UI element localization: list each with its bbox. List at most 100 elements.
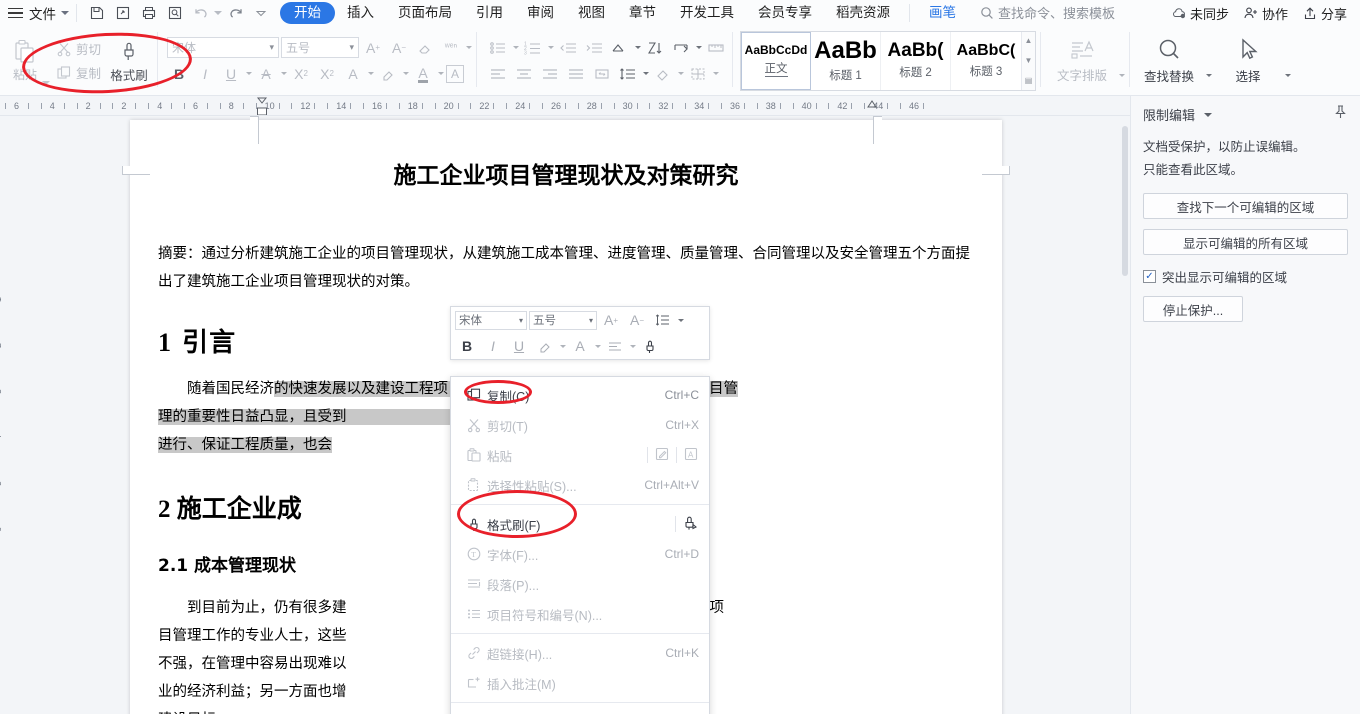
tab-developer-tools[interactable]: 开发工具 [668, 2, 746, 24]
numbering-icon[interactable]: 123 [521, 36, 545, 60]
align-icon[interactable] [603, 334, 627, 358]
context-menu[interactable]: 复制(C) Ctrl+C 剪切(T) Ctrl+X 粘贴 A 选择性粘贴(S).… [450, 376, 710, 714]
app-menu-icon[interactable] [8, 7, 24, 19]
context-menu-item-insert-comment[interactable]: 插入批注(M) [451, 668, 709, 698]
shading-icon[interactable] [651, 62, 675, 86]
chevron-down-icon[interactable] [548, 46, 555, 49]
tab-docer-resources[interactable]: 稻壳资源 [824, 2, 902, 24]
paste-dropdown-icon[interactable] [42, 81, 50, 85]
search-box[interactable]: 查找命令、搜索模板 [980, 3, 1115, 22]
context-menu-item-font[interactable]: T 字体(F)... Ctrl+D [451, 539, 709, 569]
context-menu-item-hyperlink[interactable]: 超链接(H)... Ctrl+K [451, 638, 709, 668]
decrease-indent-icon[interactable] [556, 36, 580, 60]
tab-review[interactable]: 审阅 [515, 2, 566, 24]
font-color-icon[interactable]: A [568, 334, 592, 358]
select-button[interactable]: 选择 [1212, 37, 1284, 85]
save-as-icon[interactable] [110, 2, 136, 24]
context-menu-item-paragraph[interactable]: 段落(P)... [451, 569, 709, 599]
context-menu-item-paste-special[interactable]: 选择性粘贴(S)... Ctrl+Alt+V [451, 470, 709, 500]
font-name-select[interactable]: 宋体 ▾ [167, 37, 280, 58]
ruler-icon[interactable] [704, 36, 728, 60]
file-menu-label[interactable]: 文件 [29, 3, 56, 23]
expand-gallery-icon[interactable]: ▤ [1022, 72, 1035, 90]
shrink-font-icon[interactable]: A − [387, 36, 411, 60]
chevron-down-icon[interactable] [403, 72, 410, 75]
style-heading-2[interactable]: AaBb( 标题 2 [881, 31, 952, 90]
mini-font-name-select[interactable]: 宋体 ▾ [455, 310, 527, 330]
find-next-editable-region-button[interactable]: 查找下一个可编辑的区域 [1143, 193, 1348, 219]
chevron-down-icon[interactable] [678, 72, 685, 75]
share-button[interactable]: 分享 [1297, 4, 1352, 23]
scrollbar-thumb[interactable] [1122, 126, 1128, 276]
shrink-font-icon[interactable]: A − [625, 308, 649, 332]
restrict-editing-pane[interactable]: 限制编辑 文档受保护，以防止误编辑。 只能查看此区域。 查找下一个可编辑的区域 … [1130, 96, 1360, 714]
increase-indent-icon[interactable] [582, 36, 606, 60]
grow-font-icon[interactable]: A + [361, 36, 385, 60]
chevron-down-icon[interactable] [560, 344, 566, 348]
chevron-down-icon[interactable] [595, 344, 601, 348]
show-all-editable-regions-button[interactable]: 显示可编辑的所有区域 [1143, 229, 1348, 255]
chevron-down-icon[interactable] [281, 72, 288, 75]
bold-icon[interactable]: B [455, 334, 479, 358]
align-left-icon[interactable] [486, 62, 510, 86]
pinyin-guide-icon[interactable]: ʷᵉⁿ [439, 36, 463, 60]
scroll-up-icon[interactable]: ▲ [1022, 32, 1035, 50]
subscript-icon[interactable]: X2 [315, 62, 339, 86]
first-line-indent-marker[interactable] [256, 96, 268, 115]
chevron-down-icon[interactable] [246, 72, 253, 75]
context-menu-item-translate[interactable]: a文 短句翻译(T) [451, 707, 709, 714]
mini-floating-toolbar[interactable]: 宋体 ▾ 五号 ▾ A + A − B I U A [450, 306, 710, 360]
chevron-down-icon[interactable] [513, 46, 520, 49]
chevron-down-icon[interactable] [643, 72, 650, 75]
copy-button[interactable]: 复制 [52, 61, 105, 85]
line-spacing-icon[interactable] [616, 62, 640, 86]
scroll-down-icon[interactable]: ▼ [1022, 52, 1035, 70]
document-vertical-scrollbar[interactable] [1120, 116, 1130, 714]
chevron-down-icon[interactable] [630, 344, 636, 348]
borders-icon[interactable] [686, 62, 710, 86]
chevron-down-icon[interactable] [1204, 112, 1213, 117]
style-heading-3[interactable]: AaBbC( 标题 3 [951, 32, 1021, 90]
find-replace-button[interactable]: 查找替换 [1133, 37, 1205, 85]
format-painter-button[interactable]: 格式刷 [105, 28, 153, 93]
text-layout-button[interactable]: 文字排版 [1046, 38, 1118, 84]
strikethrough-icon[interactable]: A [254, 62, 278, 86]
chevron-down-icon[interactable] [1119, 74, 1126, 77]
sync-status-button[interactable]: 未同步 [1166, 4, 1234, 23]
style-normal[interactable]: AaBbCcDd 正文 [741, 31, 812, 90]
tab-references[interactable]: 引用 [464, 2, 515, 24]
align-right-icon[interactable] [538, 62, 562, 86]
cut-button[interactable]: 剪切 [52, 37, 105, 61]
format-painter-icon[interactable] [638, 334, 662, 358]
pin-icon[interactable] [1333, 104, 1348, 125]
italic-icon[interactable]: I [193, 62, 217, 86]
character-border-icon[interactable]: A [446, 64, 465, 83]
print-icon[interactable] [136, 2, 162, 24]
chevron-down-icon[interactable] [678, 318, 684, 322]
highlight-color-icon[interactable] [376, 62, 400, 86]
context-menu-item-paste[interactable]: 粘贴 A [451, 440, 709, 470]
vertical-ruler[interactable]: 123456 [0, 116, 26, 714]
text-effects-icon[interactable]: A [341, 62, 365, 86]
paste-merge-icon[interactable] [654, 446, 670, 465]
tab-page-layout[interactable]: 页面布局 [386, 2, 464, 24]
tab-brush[interactable]: 画笔 [917, 2, 968, 24]
checkbox-box[interactable]: ✓ [1143, 270, 1156, 283]
style-heading-1[interactable]: AaBb 标题 1 [811, 31, 882, 90]
customize-toolbar-icon[interactable] [248, 2, 274, 24]
mini-font-size-select[interactable]: 五号 ▾ [529, 310, 597, 330]
highlight-editable-regions-checkbox[interactable]: ✓ 突出显示可编辑的区域 [1131, 255, 1360, 286]
undo-icon[interactable] [188, 2, 214, 24]
save-icon[interactable] [84, 2, 110, 24]
chevron-down-icon[interactable] [438, 72, 445, 75]
grow-font-icon[interactable]: A + [599, 308, 623, 332]
font-color-icon[interactable]: A [411, 62, 435, 86]
tab-member-exclusive[interactable]: 会员专享 [746, 2, 824, 24]
sort-icon[interactable] [608, 36, 632, 60]
redo-icon[interactable] [222, 2, 248, 24]
undo-dropdown-icon[interactable] [214, 10, 222, 15]
superscript-icon[interactable]: X2 [289, 62, 313, 86]
context-menu-item-cut[interactable]: 剪切(T) Ctrl+X [451, 410, 709, 440]
tab-view[interactable]: 视图 [566, 2, 617, 24]
align-center-icon[interactable] [512, 62, 536, 86]
